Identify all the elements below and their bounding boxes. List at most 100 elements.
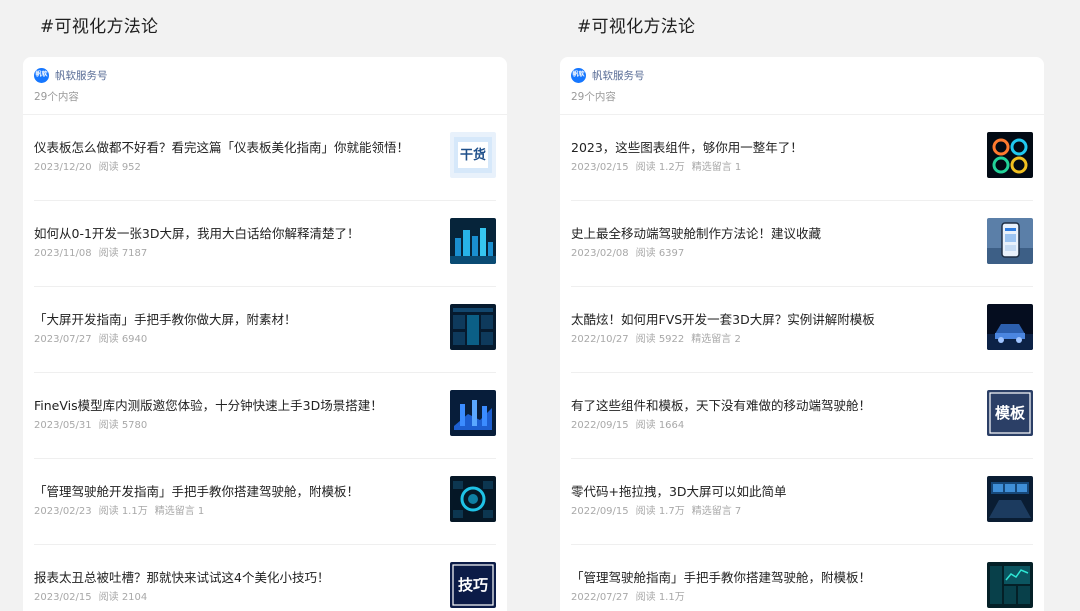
article-title[interactable]: 「管理驾驶舱指南」手把手教你搭建驾驶舱，附模板！ (571, 567, 971, 586)
article-meta: 2023/12/20 阅读 952 (34, 158, 148, 173)
article-reads: 阅读 1.2万 (635, 162, 685, 173)
thumbnail-graphic (450, 304, 496, 350)
account-name[interactable]: 帆软服务号 (55, 68, 108, 83)
article-date: 2023/05/31 (34, 420, 92, 431)
article-meta: 2022/09/15 阅读 1.7万 精选留言 7 (571, 502, 748, 517)
article-comments: 精选留言 7 (691, 506, 742, 517)
article-reads: 阅读 952 (98, 162, 141, 173)
article-reads: 阅读 1.7万 (635, 506, 685, 517)
article-title[interactable]: 如何从0-1开发一张3D大屏，我用大白话给你解释清楚了！ (34, 223, 434, 242)
article-thumbnail[interactable] (450, 218, 496, 264)
article-title[interactable]: 零代码+拖拉拽，3D大屏可以如此简单 (571, 481, 971, 500)
article-date: 2023/02/08 (571, 248, 629, 259)
article-item[interactable]: 2023，这些图表组件，够你用一整年了！ 2023/02/15 阅读 1.2万 精选留… (571, 115, 1033, 201)
content-count: 29个内容 (34, 91, 79, 103)
article-reads: 阅读 7187 (98, 248, 148, 259)
account-name[interactable]: 帆软服务号 (592, 68, 645, 83)
article-item[interactable]: 报表太丑总被吐槽？那就快来试试这4个美化小技巧！ 2023/02/15 阅读 210… (34, 545, 496, 611)
thumbnail-graphic (987, 132, 1033, 178)
thumbnail-text: 干货 (460, 147, 486, 163)
article-reads: 阅读 1.1万 (98, 506, 148, 517)
thumbnail-graphic (450, 218, 496, 264)
article-reads: 阅读 1.1万 (635, 592, 685, 603)
article-title[interactable]: 报表太丑总被吐槽？那就快来试试这4个美化小技巧！ (34, 567, 434, 586)
article-reads: 阅读 5780 (98, 420, 148, 431)
article-thumbnail[interactable]: 干货 (450, 132, 496, 178)
account-logo: 帆软 (571, 67, 586, 83)
article-date: 2022/09/15 (571, 420, 629, 431)
article-title[interactable]: 史上最全移动端驾驶舱制作方法论！建议收藏 (571, 223, 971, 242)
article-list-card: 帆软 帆软服务号 29个内容 2023，这些图表组件，够你用一整年了！ 2023/… (560, 57, 1044, 611)
article-date: 2023/02/23 (34, 506, 92, 517)
article-date: 2023/11/08 (34, 248, 92, 259)
article-thumbnail[interactable] (450, 390, 496, 436)
account-row[interactable]: 帆软 帆软服务号 (34, 67, 507, 83)
thumbnail-graphic (987, 562, 1033, 608)
card-header: 帆软 帆软服务号 29个内容 (560, 57, 1044, 115)
article-thumbnail[interactable] (987, 132, 1033, 178)
article-item[interactable]: 「管理驾驶舱开发指南」手把手教你搭建驾驶舱，附模板！ 2023/02/23 阅读 1… (34, 459, 496, 545)
card-header: 帆软 帆软服务号 29个内容 (23, 57, 507, 115)
article-meta: 2023/02/23 阅读 1.1万 精选留言 1 (34, 502, 211, 517)
article-date: 2022/09/15 (571, 506, 629, 517)
article-thumbnail[interactable] (987, 304, 1033, 350)
article-title[interactable]: 2023，这些图表组件，够你用一整年了！ (571, 137, 971, 156)
article-meta: 2023/02/15 阅读 2104 (34, 588, 154, 603)
article-date: 2023/07/27 (34, 334, 92, 345)
thumbnail-text: 技巧 (458, 576, 488, 594)
article-item[interactable]: 如何从0-1开发一张3D大屏，我用大白话给你解释清楚了！ 2023/11/08 阅读… (34, 201, 496, 287)
article-meta: 2022/10/27 阅读 5922 精选留言 2 (571, 330, 748, 345)
article-list: 仪表板怎么做都不好看？看完这篇「仪表板美化指南」你就能领悟！ 2023/12/20… (23, 115, 507, 611)
account-logo: 帆软 (34, 67, 49, 83)
content-count: 29个内容 (571, 91, 616, 103)
column-heading[interactable]: #可视化方法论 (577, 12, 695, 37)
article-title[interactable]: 仪表板怎么做都不好看？看完这篇「仪表板美化指南」你就能领悟！ (34, 137, 434, 156)
article-meta: 2023/05/31 阅读 5780 (34, 416, 154, 431)
article-item[interactable]: FineVis模型库内测版邀您体验，十分钟快速上手3D场景搭建！ 2023/05/… (34, 373, 496, 459)
article-date: 2022/07/27 (571, 592, 629, 603)
article-thumbnail[interactable] (987, 562, 1033, 608)
article-item[interactable]: 零代码+拖拉拽，3D大屏可以如此简单 2022/09/15 阅读 1.7万 精选留言 … (571, 459, 1033, 545)
article-meta: 2023/02/15 阅读 1.2万 精选留言 1 (571, 158, 748, 173)
article-title[interactable]: 太酷炫！如何用FVS开发一套3D大屏？实例讲解附模板 (571, 309, 971, 328)
article-item[interactable]: 有了这些组件和模板，天下没有难做的移动端驾驶舱！ 2022/09/15 阅读 166… (571, 373, 1033, 459)
thumbnail-graphic: 干货 (450, 132, 496, 178)
article-thumbnail[interactable] (987, 476, 1033, 522)
page: #可视化方法论 帆软 帆软服务号 29个内容 仪表板怎么做都不好看？看完这篇「仪… (0, 0, 1080, 611)
column-left: #可视化方法论 帆软 帆软服务号 29个内容 仪表板怎么做都不好看？看完这篇「仪… (23, 0, 507, 611)
article-title[interactable]: 「管理驾驶舱开发指南」手把手教你搭建驾驶舱，附模板！ (34, 481, 434, 500)
thumbnail-graphic (450, 476, 496, 522)
thumbnail-text: 模板 (995, 404, 1026, 422)
article-date: 2023/02/15 (34, 592, 92, 603)
article-meta: 2023/02/08 阅读 6397 (571, 244, 691, 259)
article-reads: 阅读 5922 (635, 334, 685, 345)
article-reads: 阅读 1664 (635, 420, 685, 431)
account-row[interactable]: 帆软 帆软服务号 (571, 67, 1044, 83)
article-list: 2023，这些图表组件，够你用一整年了！ 2023/02/15 阅读 1.2万 精选留… (560, 115, 1044, 611)
article-date: 2022/10/27 (571, 334, 629, 345)
thumbnail-graphic: 技巧 (450, 562, 496, 608)
article-thumbnail[interactable] (450, 476, 496, 522)
article-item[interactable]: 「大屏开发指南」手把手教你做大屏，附素材！ 2023/07/27 阅读 6940 (34, 287, 496, 373)
thumbnail-graphic (987, 304, 1033, 350)
article-reads: 阅读 6397 (635, 248, 685, 259)
article-thumbnail[interactable] (987, 218, 1033, 264)
account-logo-text: 帆软 (35, 71, 48, 78)
article-item[interactable]: 仪表板怎么做都不好看？看完这篇「仪表板美化指南」你就能领悟！ 2023/12/20… (34, 115, 496, 201)
thumbnail-graphic (987, 476, 1033, 522)
article-list-card: 帆软 帆软服务号 29个内容 仪表板怎么做都不好看？看完这篇「仪表板美化指南」你… (23, 57, 507, 611)
thumbnail-graphic (987, 218, 1033, 264)
article-title[interactable]: FineVis模型库内测版邀您体验，十分钟快速上手3D场景搭建！ (34, 395, 434, 414)
article-thumbnail[interactable] (450, 304, 496, 350)
article-date: 2023/12/20 (34, 162, 92, 173)
article-meta: 2022/07/27 阅读 1.1万 (571, 588, 692, 603)
article-meta: 2023/07/27 阅读 6940 (34, 330, 154, 345)
article-title[interactable]: 有了这些组件和模板，天下没有难做的移动端驾驶舱！ (571, 395, 971, 414)
article-thumbnail[interactable]: 模板 (987, 390, 1033, 436)
article-item[interactable]: 史上最全移动端驾驶舱制作方法论！建议收藏 2023/02/08 阅读 6397 (571, 201, 1033, 287)
article-item[interactable]: 「管理驾驶舱指南」手把手教你搭建驾驶舱，附模板！ 2022/07/27 阅读 1.1… (571, 545, 1033, 611)
article-thumbnail[interactable]: 技巧 (450, 562, 496, 608)
column-heading[interactable]: #可视化方法论 (40, 12, 158, 37)
article-title[interactable]: 「大屏开发指南」手把手教你做大屏，附素材！ (34, 309, 434, 328)
article-item[interactable]: 太酷炫！如何用FVS开发一套3D大屏？实例讲解附模板 2022/10/27 阅读 5… (571, 287, 1033, 373)
